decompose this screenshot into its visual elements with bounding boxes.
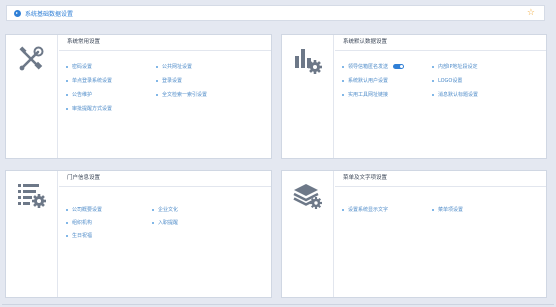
- link-sso-settings[interactable]: 单点登录系统设置: [66, 77, 112, 84]
- card-title: 系统常用设置: [59, 35, 271, 51]
- card-common-settings: 系统常用设置 密码设置 公共网址设置 单点登录系统设置 登录设置 公告维护 全文…: [5, 34, 272, 159]
- link-login-settings[interactable]: 登录设置: [156, 77, 182, 84]
- bullet-icon: [342, 65, 344, 68]
- link-corporate-culture[interactable]: 企业文化: [152, 206, 178, 213]
- card-portal-info-settings: 门户信息设置 公司概要设置 企业文化 组织机构 入职提醒 生日祝福: [5, 170, 272, 298]
- item-label: 公共网址设置: [162, 64, 193, 70]
- bullet-icon: [152, 208, 154, 211]
- link-onboarding-reminder[interactable]: 入职提醒: [152, 219, 178, 226]
- link-internal-ip-range[interactable]: 内部IP地址段设定: [432, 63, 478, 70]
- bullet-icon: [66, 208, 68, 211]
- bullet-icon: [66, 79, 68, 82]
- tools-icon: [19, 46, 44, 71]
- bullet-icon: [66, 93, 68, 96]
- link-menu-item-settings[interactable]: 菜单项设置: [432, 206, 463, 213]
- item-label: 系统默认用户设置: [348, 78, 389, 84]
- link-logo-settings[interactable]: LOGO设置: [432, 77, 462, 84]
- bullet-icon: [156, 65, 158, 68]
- chart-gear-icon: [295, 49, 322, 74]
- page-header: 系统基础数据设置 ☆: [6, 5, 545, 21]
- back-circle-icon[interactable]: [14, 9, 21, 17]
- bullet-icon: [66, 221, 68, 224]
- item-label: 入职提醒: [158, 220, 179, 226]
- item-label: 设置系统显示文字: [348, 207, 389, 213]
- frame-divider: [2, 304, 554, 305]
- card-title: 门户信息设置: [59, 171, 271, 187]
- item-label: 密码设置: [72, 64, 93, 70]
- star-icon[interactable]: ☆: [527, 9, 535, 18]
- card-icon-column: [6, 35, 58, 158]
- page-title: 系统基础数据设置: [25, 10, 74, 18]
- item-label: 实用工具网址链接: [348, 92, 389, 98]
- item-label: 生日祝福: [72, 233, 93, 239]
- item-label: 公司概要设置: [72, 207, 103, 213]
- link-system-display-text[interactable]: 设置系统显示文字: [342, 206, 388, 213]
- item-label: 审批提醒方式设置: [72, 106, 113, 112]
- item-label: 全文检索一索引设置: [162, 92, 208, 98]
- bullet-icon: [432, 65, 434, 68]
- item-label: 领导信箱匿名发送: [348, 64, 389, 70]
- card-menu-text-settings: 菜单及文字项设置 设置系统显示文字 菜单项设置: [281, 170, 547, 298]
- link-announcement-maintenance[interactable]: 公告维护: [66, 91, 92, 98]
- bullet-icon: [432, 93, 434, 96]
- link-organization[interactable]: 组织机构: [66, 219, 92, 226]
- list-gear-icon: [18, 184, 46, 208]
- link-approval-reminder-settings[interactable]: 审批提醒方式设置: [66, 105, 112, 112]
- bullet-icon: [342, 79, 344, 82]
- link-password-settings[interactable]: 密码设置: [66, 63, 92, 70]
- bullet-icon: [66, 234, 68, 237]
- item-label: 消息默认标题设置: [438, 92, 479, 98]
- bullet-icon: [156, 79, 158, 82]
- item-label: 内部IP地址段设定: [438, 64, 478, 70]
- link-public-url-settings[interactable]: 公共网址设置: [156, 63, 192, 70]
- card-default-data-settings: 系统默认数据设置 领导信箱匿名发送 内部IP地址段设定 系统默认用户设置 LOG…: [281, 34, 547, 159]
- link-fulltext-index-settings[interactable]: 全文检索一索引设置: [156, 91, 207, 98]
- card-icon-column: [282, 35, 334, 158]
- card-title: 系统默认数据设置: [335, 35, 546, 51]
- bullet-icon: [152, 221, 154, 224]
- item-label: 菜单项设置: [438, 207, 464, 213]
- link-default-user-settings[interactable]: 系统默认用户设置: [342, 77, 388, 84]
- bullet-icon: [432, 79, 434, 82]
- item-label: 公告维护: [72, 92, 93, 98]
- card-icon-column: [282, 171, 334, 297]
- link-tools-url-links[interactable]: 实用工具网址链接: [342, 91, 388, 98]
- link-leader-mailbox-anonymous[interactable]: 领导信箱匿名发送: [342, 63, 405, 70]
- bullet-icon: [342, 208, 344, 211]
- layers-icon: [293, 184, 322, 209]
- item-label: LOGO设置: [438, 78, 463, 84]
- bullet-icon: [66, 107, 68, 110]
- card-icon-column: [6, 171, 58, 297]
- bullet-icon: [342, 93, 344, 96]
- bullet-icon: [156, 93, 158, 96]
- link-company-overview[interactable]: 公司概要设置: [66, 206, 102, 213]
- item-label: 组织机构: [72, 220, 93, 226]
- card-title: 菜单及文字项设置: [335, 171, 546, 187]
- link-message-title-settings[interactable]: 消息默认标题设置: [432, 91, 478, 98]
- bullet-icon: [66, 65, 68, 68]
- item-label: 企业文化: [158, 207, 179, 213]
- item-label: 登录设置: [162, 78, 183, 84]
- bullet-icon: [432, 208, 434, 211]
- anonymous-toggle[interactable]: [393, 64, 405, 69]
- item-label: 单点登录系统设置: [72, 78, 113, 84]
- link-birthday-wishes[interactable]: 生日祝福: [66, 232, 92, 239]
